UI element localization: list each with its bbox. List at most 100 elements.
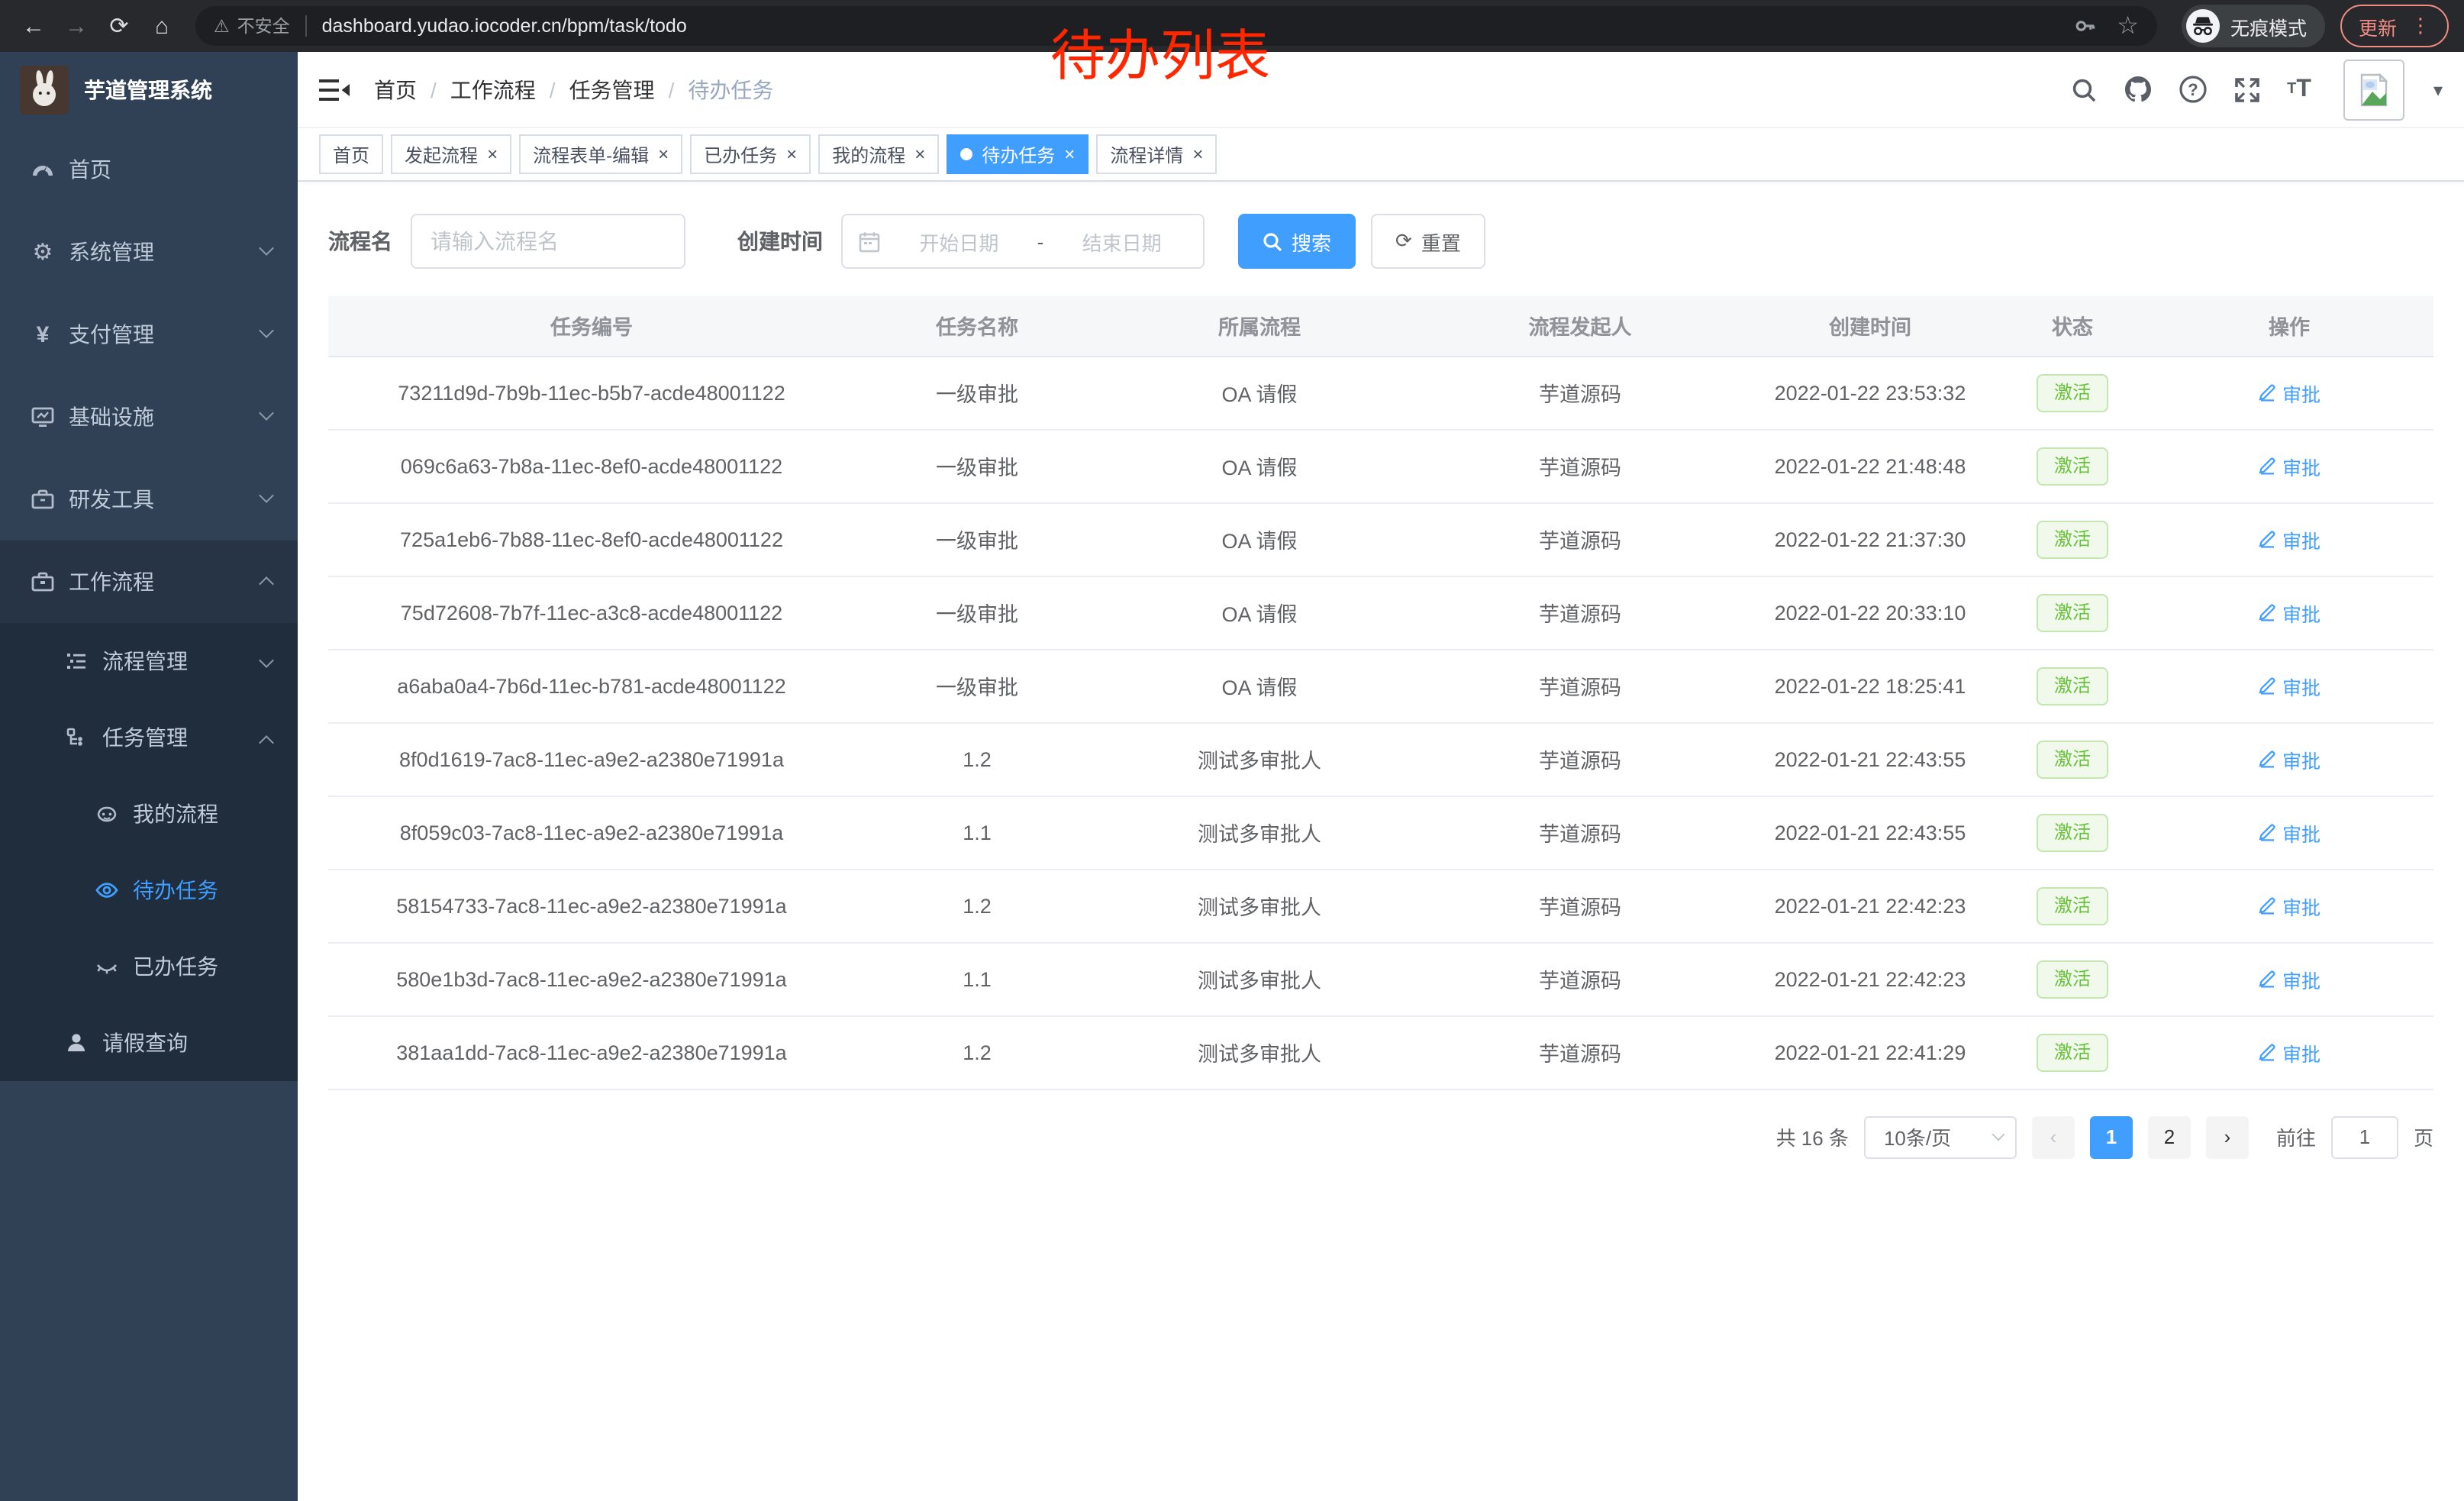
close-icon[interactable]: × (1064, 145, 1075, 163)
chevron-up-icon (259, 735, 274, 750)
close-icon[interactable]: × (1192, 145, 1203, 163)
total-count: 共 16 条 (1776, 1122, 1849, 1151)
page-2-button[interactable]: 2 (2148, 1115, 2191, 1158)
breadcrumb-task-mgmt[interactable]: 任务管理 (569, 74, 655, 105)
fullscreen-icon[interactable] (2233, 76, 2261, 103)
reset-button[interactable]: ⟳ 重置 (1371, 214, 1485, 269)
sidebar-item-task-mgmt[interactable]: 任务管理 (0, 699, 298, 776)
date-range-picker[interactable]: 开始日期 - 结束日期 (841, 214, 1205, 269)
sidebar-item-todo-task[interactable]: 待办任务 (0, 852, 298, 928)
status-badge: 激活 (2037, 960, 2108, 998)
table-row: 58154733-7ac8-11ec-a9e2-a2380e71991a 1.2… (328, 869, 2433, 942)
update-button[interactable]: 更新 ⋮ (2340, 5, 2449, 47)
calendar-icon (858, 230, 881, 253)
sidebar-item-pay[interactable]: ¥ 支付管理 (0, 293, 298, 376)
table-row: 8f059c03-7ac8-11ec-a9e2-a2380e71991a 1.1… (328, 796, 2433, 869)
approve-link[interactable]: 审批 (2258, 451, 2320, 480)
tab-process-detail[interactable]: 流程详情 × (1096, 134, 1217, 174)
search-icon[interactable] (2070, 76, 2098, 103)
tab-my-process[interactable]: 我的流程 × (818, 134, 939, 174)
browser-menu-icon[interactable]: ⋮ (2411, 14, 2430, 38)
col-task-id: 任务编号 (328, 296, 855, 356)
tab-home[interactable]: 首页 (319, 134, 383, 174)
dashboard-icon (31, 157, 55, 182)
approve-link[interactable]: 审批 (2258, 378, 2320, 407)
approve-link[interactable]: 审批 (2258, 964, 2320, 993)
github-icon[interactable] (2124, 75, 2153, 104)
overlay-annotation: 待办列表 (1050, 12, 1270, 92)
start-date-input[interactable]: 开始日期 (893, 227, 1025, 256)
page-1-button[interactable]: 1 (2090, 1115, 2133, 1158)
col-starter: 流程发起人 (1420, 296, 1740, 356)
browser-reload-button[interactable]: ⟳ (101, 8, 137, 44)
breadcrumb-current: 待办任务 (688, 74, 773, 105)
security-label: 不安全 (237, 14, 290, 38)
bookmark-star-icon[interactable]: ☆ (2117, 11, 2139, 41)
tree-branch-icon (64, 725, 89, 750)
close-icon[interactable]: × (487, 145, 498, 163)
back-icon: ← (22, 13, 45, 39)
range-separator: - (1037, 230, 1044, 253)
approve-link[interactable]: 审批 (2258, 744, 2320, 773)
approve-link[interactable]: 审批 (2258, 891, 2320, 920)
user-icon (64, 1031, 89, 1055)
approve-link[interactable]: 审批 (2258, 671, 2320, 700)
edit-icon (2258, 750, 2276, 768)
active-dot (960, 148, 972, 160)
status-badge: 激活 (2037, 740, 2108, 778)
tab-todo-task[interactable]: 待办任务 × (947, 134, 1088, 174)
key-icon[interactable] (2074, 15, 2095, 37)
chevron-left-icon: ‹ (2050, 1125, 2057, 1148)
face-icon (95, 802, 119, 826)
approve-link[interactable]: 审批 (2258, 598, 2320, 627)
prev-page-button[interactable]: ‹ (2032, 1115, 2075, 1158)
edit-icon (2258, 1043, 2276, 1061)
sidebar-item-home[interactable]: 首页 (0, 128, 298, 211)
status-badge: 激活 (2037, 1033, 2108, 1071)
next-page-button[interactable]: › (2206, 1115, 2249, 1158)
browser-back-button[interactable]: ← (15, 8, 52, 44)
close-icon[interactable]: × (658, 145, 669, 163)
breadcrumb-workflow[interactable]: 工作流程 (450, 74, 536, 105)
sidebar-item-devtools[interactable]: 研发工具 (0, 458, 298, 541)
hamburger-icon[interactable] (319, 77, 350, 102)
close-icon[interactable]: × (914, 145, 925, 163)
table-row: a6aba0a4-7b6d-11ec-b781-acde48001122 一级审… (328, 649, 2433, 722)
tab-form-edit[interactable]: 流程表单-编辑 × (519, 134, 682, 174)
end-date-input[interactable]: 结束日期 (1056, 227, 1188, 256)
app-logo (20, 66, 69, 115)
approve-link[interactable]: 审批 (2258, 1038, 2320, 1067)
sidebar-item-my-process[interactable]: 我的流程 (0, 776, 298, 852)
search-button[interactable]: 搜索 (1238, 214, 1356, 269)
caret-down-icon[interactable]: ▾ (2433, 79, 2443, 100)
security-status[interactable]: ⚠ 不安全 (214, 14, 290, 38)
sidebar-item-workflow[interactable]: 工作流程 (0, 541, 298, 623)
tag-tabbar: 首页 发起流程 × 流程表单-编辑 × 已办任务 × 我的流程 × (298, 128, 2464, 182)
workflow-submenu: 流程管理 任务管理 我的流程 (0, 623, 298, 1081)
page-size-select[interactable]: 10条/页 (1864, 1115, 2017, 1158)
app-logo-row[interactable]: 芋道管理系统 (0, 52, 298, 128)
sidebar-item-system[interactable]: ⚙ 系统管理 (0, 211, 298, 293)
goto-page-input[interactable] (2331, 1115, 2398, 1158)
help-icon[interactable]: ? (2179, 75, 2208, 104)
font-size-icon[interactable]: TT (2287, 77, 2311, 102)
table-row: 381aa1dd-7ac8-11ec-a9e2-a2380e71991a 1.2… (328, 1015, 2433, 1089)
chevron-up-icon (259, 576, 274, 592)
status-badge: 激活 (2037, 520, 2108, 558)
sidebar-item-infra[interactable]: 基础设施 (0, 376, 298, 458)
browser-home-button[interactable]: ⌂ (144, 8, 180, 44)
approve-link[interactable]: 审批 (2258, 525, 2320, 554)
process-name-input[interactable] (411, 214, 685, 269)
sidebar-item-process-mgmt[interactable]: 流程管理 (0, 623, 298, 699)
sidebar-item-done-task[interactable]: 已办任务 (0, 928, 298, 1005)
close-icon[interactable]: × (786, 145, 797, 163)
breadcrumb-home[interactable]: 首页 (374, 74, 417, 105)
avatar[interactable] (2343, 59, 2404, 120)
browser-forward-button[interactable]: → (58, 8, 95, 44)
approve-link[interactable]: 审批 (2258, 818, 2320, 847)
tab-start-process[interactable]: 发起流程 × (391, 134, 511, 174)
table-row: 75d72608-7b7f-11ec-a3c8-acde48001122 一级审… (328, 576, 2433, 649)
tab-done-task[interactable]: 已办任务 × (690, 134, 811, 174)
sidebar-item-leave-query[interactable]: 请假查询 (0, 1005, 298, 1081)
app-title: 芋道管理系统 (84, 75, 212, 105)
